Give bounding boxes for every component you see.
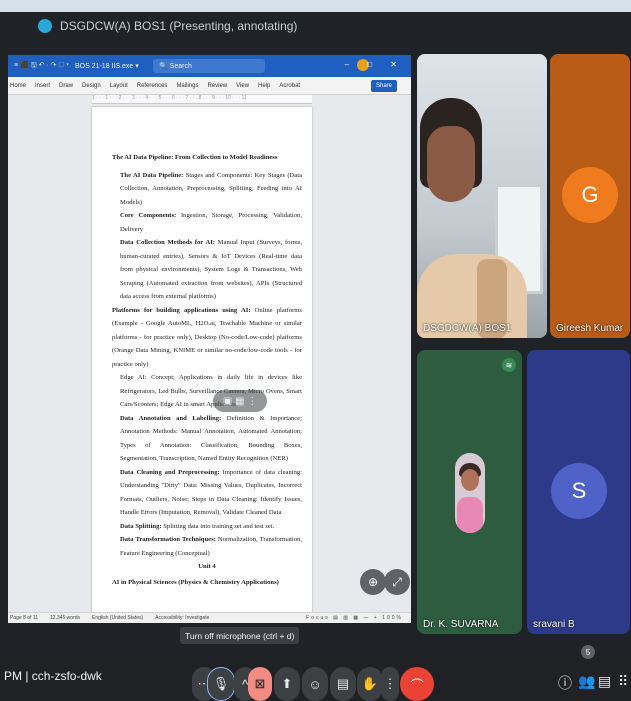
paragraph: Data Transformation Techniques: Normaliz… (112, 533, 302, 560)
participant-name: Dr. K. SUVARNA (423, 619, 499, 630)
activities-icon[interactable]: ⠿ (618, 673, 628, 690)
bold-lead: Data Transformation Techniques: (120, 536, 216, 543)
window-controls[interactable]: – □ ✕ (345, 60, 405, 69)
zoom-icon[interactable]: ⊕ (360, 569, 386, 595)
participant-name: DSGDCW(A) BOS1 (423, 323, 512, 334)
microphone-icon[interactable]: 🎙 (207, 667, 235, 701)
camera-off-icon[interactable]: ⊠ (248, 667, 272, 701)
paragraph: Platforms for building applications usin… (112, 304, 302, 372)
shared-screen: ≡ ⬛ 🖫 ↶ · ↷ ⬚ ▾ BOS 21-18 IIS.exe ▾ 🔍 Se… (8, 55, 411, 623)
bold-lead: Data Splitting: (120, 522, 162, 530)
paragraph: The AI Data Pipeline: Stages and Compone… (112, 169, 302, 210)
top-frame (0, 0, 631, 12)
status-accessibility[interactable]: Accessibility: Investigate (155, 615, 209, 621)
photo-body (457, 497, 483, 533)
captions-icon[interactable]: ▤ (330, 667, 356, 701)
participant-tile[interactable]: DSGDCW(A) BOS1 (417, 54, 547, 338)
tab-layout[interactable]: Layout (110, 83, 128, 89)
unit-number: Unit 4 (198, 563, 216, 570)
participant-name: sravani B (533, 619, 575, 630)
tab-help[interactable]: Help (258, 83, 270, 89)
document-page: The AI Data Pipeline: From Collection to… (92, 107, 312, 623)
presentation-overlay-controls[interactable]: ▣ ▦ ⋮ (213, 390, 267, 412)
participant-name: Gireesh Kumar (556, 323, 624, 334)
tab-mailings[interactable]: Mailings (176, 83, 198, 89)
chat-icon[interactable]: ▤ (598, 673, 611, 690)
tab-view[interactable]: View (236, 83, 249, 89)
tab-references[interactable]: References (137, 83, 168, 89)
bold-lead: The AI Data Pipeline: (120, 171, 184, 179)
participant-avatar: S (551, 463, 607, 519)
paragraph: Data Splitting: Splitting data into trai… (112, 520, 302, 534)
tab-design[interactable]: Design (82, 83, 101, 89)
participant-tile[interactable]: S sravani B (527, 350, 630, 634)
bold-lead: Platforms for building applications usin… (112, 306, 251, 314)
mic-tooltip: Turn off microphone (ctrl + d) (180, 627, 300, 644)
status-page[interactable]: Page 8 of 11 (10, 615, 38, 621)
bold-lead: Data Annotation and Labelling: (120, 414, 222, 422)
tab-acrobat[interactable]: Acrobat (279, 83, 300, 89)
status-zoom-controls[interactable]: Focus ▤ ▥ ▦ — + 100% (306, 615, 411, 621)
emoji-icon[interactable]: ☺ (302, 667, 328, 701)
bold-lead: Core Components: (120, 212, 177, 219)
present-icon[interactable]: ⬆ (274, 667, 300, 701)
unit-title: AI in Physical Sciences (Physics & Chemi… (112, 578, 279, 586)
share-button[interactable]: Share (370, 80, 397, 92)
paragraph-text: Splitting data into training set and tes… (161, 522, 275, 530)
paragraph: Edge AI: Concept; Applications in daily … (120, 374, 302, 408)
tab-review[interactable]: Review (207, 83, 227, 89)
expand-icon[interactable]: ⤢ (384, 569, 410, 595)
presenter-avatar (38, 19, 52, 33)
photo-face (461, 469, 479, 491)
document-name[interactable]: BOS 21-18 IIS.exe ▾ (75, 62, 139, 70)
speaking-icon: ≋ (502, 358, 516, 372)
tab-draw[interactable]: Draw (59, 83, 73, 89)
word-ribbon-tabs: Home Insert Draw Design Layout Reference… (8, 77, 411, 95)
word-search-input[interactable]: 🔍 Search (153, 59, 265, 73)
quick-access-toolbar[interactable]: ≡ ⬛ 🖫 ↶ · ↷ ⬚ ▾ (14, 61, 69, 72)
bold-lead: Data Collection Methods for AI: (120, 239, 215, 246)
info-icon[interactable]: ⓘ (558, 673, 572, 693)
presenter-banner-text: DSGDCW(A) BOS1 (Presenting, annotating) (60, 19, 298, 33)
people-icon[interactable]: 👥 (578, 673, 595, 690)
tab-insert[interactable]: Insert (35, 83, 50, 89)
bold-lead: Data Cleaning and Preprocessing: (120, 468, 220, 476)
document-heading: The AI Data Pipeline: From Collection to… (112, 154, 278, 161)
word-search-placeholder: Search (169, 62, 192, 70)
paragraph-text: Online platforms (Example - Google AutoM… (112, 306, 302, 368)
paragraph-text: Manual Input (Surveys, forms, human-cura… (120, 239, 302, 300)
leave-call-icon[interactable]: ⌒ (400, 667, 434, 701)
paragraph: Core Components: Ingestion, Storage, Pro… (112, 209, 302, 236)
meet-stage: DSGDCW(A) BOS1 (Presenting, annotating) … (0, 0, 631, 701)
participant-photo (455, 453, 485, 533)
presenter-banner: DSGDCW(A) BOS1 (Presenting, annotating) (38, 12, 297, 40)
ruler: 1 · · · 1 · · · 2 · · · 3 · · · 4 · · · … (92, 95, 312, 104)
paragraph: Data Collection Methods for AI: Manual I… (112, 236, 302, 304)
participant-avatar: G (562, 167, 618, 223)
more-options-icon[interactable]: ⋮ (381, 667, 399, 701)
video-person-face (427, 126, 475, 202)
meeting-time-code: PM | cch-zsfo-dwk (4, 669, 102, 683)
word-status-bar: Page 8 of 11 12,345 words English (Unite… (8, 612, 411, 623)
participant-tile[interactable]: G Gireesh Kumar (550, 54, 630, 338)
paragraph: Data Annotation and Labelling: Definitio… (112, 412, 302, 466)
tab-home[interactable]: Home (10, 83, 26, 89)
participant-tile[interactable]: ≋ Dr. K. SUVARNA (417, 350, 522, 634)
raise-hand-icon[interactable]: ✋ (357, 667, 383, 701)
paragraph: Data Cleaning and Preprocessing: Importa… (112, 466, 302, 520)
people-count-badge: 5 (581, 645, 595, 659)
status-language[interactable]: English (United States) (92, 615, 143, 621)
word-titlebar: ≡ ⬛ 🖫 ↶ · ↷ ⬚ ▾ BOS 21-18 IIS.exe ▾ 🔍 Se… (8, 55, 411, 77)
status-words[interactable]: 12,345 words (50, 615, 80, 621)
